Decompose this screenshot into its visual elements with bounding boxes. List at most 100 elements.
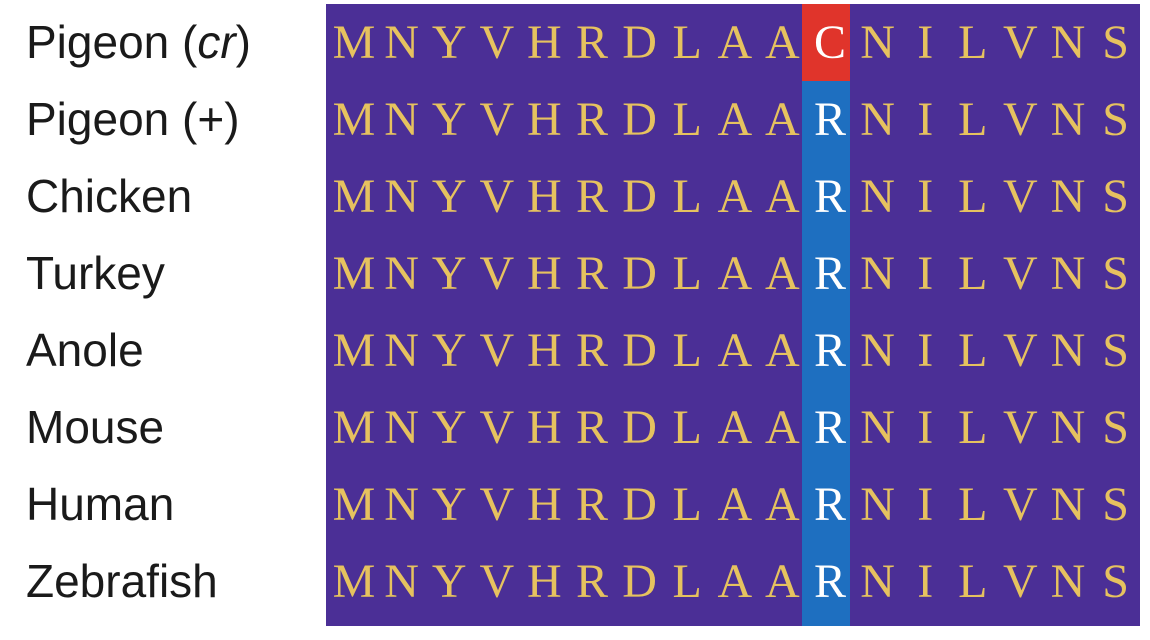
residue: V [1003,478,1038,531]
residue: A [765,555,800,608]
residue: Y [431,170,467,223]
residue: R [575,16,608,69]
highlighted-residue: R [813,324,846,377]
residue: M [332,324,376,377]
residue: D [622,324,657,377]
residue: N [1050,478,1086,531]
highlighted-residue: R [813,478,846,531]
residue: V [479,93,515,146]
residue: M [332,401,376,454]
residue: N [384,170,419,223]
residue: H [527,16,562,69]
residue: A [765,170,800,223]
highlighted-residue: C [813,16,846,69]
residue: L [958,16,988,69]
residue: M [332,93,376,146]
residue: L [958,247,988,300]
species-label: Anole [26,324,144,376]
residue: Y [431,16,467,69]
residue: S [1102,16,1129,69]
residue: N [384,555,419,608]
residue: D [622,16,657,69]
residue: N [860,93,895,146]
sequence-row: MNYVHRDLAARNILVNS [326,466,1140,543]
residue: Y [431,478,467,531]
sequence-row: MNYVHRDLAARNILVNS [326,235,1140,312]
species-label: Zebrafish [26,555,218,607]
residue: H [527,170,562,223]
residue: N [1050,555,1086,608]
residue: R [575,555,608,608]
residue: L [958,401,988,454]
residue: N [860,247,895,300]
residue: I [917,555,934,608]
residue: I [917,324,934,377]
residue: V [1003,93,1038,146]
residue: D [622,555,657,608]
sequence-row: MNYVHRDLAARNILVNS [326,81,1140,158]
highlighted-residue: R [813,401,846,454]
residue: R [575,324,608,377]
residue: N [1050,247,1086,300]
species-label: Pigeon (+) [26,93,240,145]
sequence-row: MNYVHRDLAACNILVNS [326,4,1140,81]
residue: A [717,401,753,454]
residue: M [332,16,376,69]
residue: L [672,401,702,454]
residue: N [860,170,895,223]
residue: A [717,16,753,69]
residue: S [1102,401,1129,454]
residue: N [1050,170,1086,223]
residue: V [479,555,515,608]
residue: A [765,324,800,377]
residue: A [717,247,753,300]
species-label: Chicken [26,170,193,222]
residue: L [958,93,988,146]
residue: Y [431,324,467,377]
residue: M [332,555,376,608]
residue: H [527,324,562,377]
residue: S [1102,170,1129,223]
residue: H [527,401,562,454]
residue: D [622,93,657,146]
species-label: Mouse [26,401,165,453]
residue: A [717,324,753,377]
residue: D [622,170,657,223]
residue: V [479,16,515,69]
residue: D [622,401,657,454]
residue: V [1003,324,1038,377]
residue: N [1050,324,1086,377]
highlighted-residue: R [813,247,846,300]
residue: V [479,324,515,377]
residue: H [527,478,562,531]
residue: I [917,170,934,223]
residue: S [1102,555,1129,608]
sequence-row: MNYVHRDLAARNILVNS [326,543,1140,620]
highlighted-residue: R [813,555,846,608]
sequence-row: MNYVHRDLAARNILVNS [326,389,1140,466]
residue: N [384,478,419,531]
residue: L [672,324,702,377]
residue: I [917,478,934,531]
residue: R [575,170,608,223]
residue: A [765,93,800,146]
residue: N [1050,401,1086,454]
residue: S [1102,93,1129,146]
species-name: Pigeon ( [26,16,198,68]
residue: N [860,555,895,608]
residue: N [384,16,419,69]
residue: L [672,555,702,608]
residue: A [765,478,800,531]
residue: I [917,247,934,300]
residue: N [860,401,895,454]
residue: M [332,170,376,223]
residue: V [479,401,515,454]
residue: I [917,16,934,69]
residue: I [917,401,934,454]
residue: S [1102,247,1129,300]
residue: A [765,401,800,454]
residue: V [1003,555,1038,608]
species-label: Human [26,478,175,530]
residue: R [575,401,608,454]
residue: Y [431,93,467,146]
